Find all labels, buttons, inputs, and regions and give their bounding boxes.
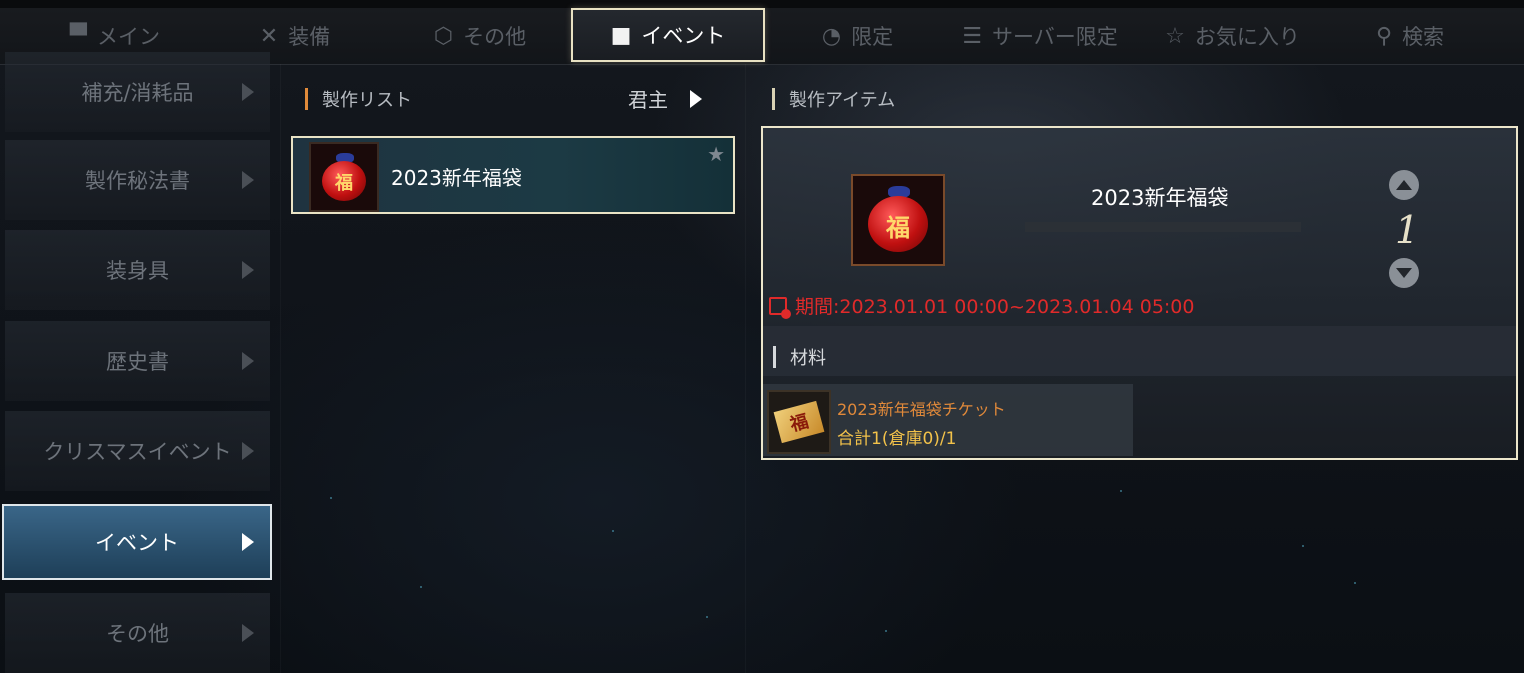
material-count: 合計1(倉庫0)/1	[837, 429, 957, 449]
sidebar-item-recipe-books[interactable]: 製作秘法書	[5, 140, 270, 220]
sidebar-item-other[interactable]: その他	[5, 593, 270, 673]
background-sparkle	[1354, 582, 1356, 584]
event-period: 期間:2023.01.01 00:00~2023.01.04 05:00	[769, 292, 1194, 319]
chevron-right-icon	[242, 261, 254, 279]
chevron-right-icon	[242, 83, 254, 101]
chevron-right-icon	[242, 352, 254, 370]
divider	[745, 64, 746, 673]
favorite-star-icon[interactable]: ★	[707, 142, 725, 166]
materials-band	[763, 326, 1516, 376]
sidebar-item-event[interactable]: イベント	[2, 504, 272, 580]
divider	[280, 64, 281, 673]
sidebar-item-supplies[interactable]: 補充/消耗品	[5, 52, 270, 132]
tab-other[interactable]: ⬡ その他	[405, 10, 555, 62]
accent-bar	[305, 88, 308, 110]
sidebar-item-accessories[interactable]: 装身具	[5, 230, 270, 310]
material-name: 2023新年福袋チケット	[837, 400, 1006, 419]
list-clock-icon: ☰	[962, 23, 982, 49]
quantity-increase-button[interactable]	[1389, 170, 1419, 200]
name-underline	[1025, 222, 1301, 232]
craft-item-name: 2023新年福袋	[1091, 186, 1229, 210]
chevron-right-icon	[242, 171, 254, 189]
sidebar-item-christmas-event[interactable]: クリスマスイベント	[5, 411, 270, 491]
star-outline-icon: ☆	[1165, 23, 1185, 49]
chevron-right-icon	[242, 442, 254, 460]
search-icon: ⚲	[1375, 23, 1393, 49]
box-icon: ⬡	[433, 23, 454, 49]
background-sparkle	[1120, 490, 1122, 492]
tab-event[interactable]: ■ イベント	[571, 8, 765, 62]
tab-limited[interactable]: ◔ 限定	[795, 10, 920, 62]
background-sparkle	[330, 497, 332, 499]
ticket-icon: 福	[767, 390, 831, 454]
tab-search[interactable]: ⚲ 検索	[1350, 10, 1470, 62]
materials-header: 材料	[773, 344, 826, 370]
quantity-value: 1	[1395, 208, 1420, 252]
gift-icon: ■	[610, 22, 632, 48]
craft-list-item[interactable]: 福 2023新年福袋 ★	[291, 136, 735, 214]
lucky-bag-icon: 福	[860, 182, 936, 258]
craft-item-header: 製作アイテム	[772, 86, 895, 112]
item-icon: 福	[309, 142, 379, 212]
background-sparkle	[706, 616, 708, 618]
accent-bar	[773, 346, 776, 368]
top-strip	[0, 0, 1524, 8]
stopwatch-icon: ◔	[821, 23, 842, 49]
background-sparkle	[885, 630, 887, 632]
craft-item-panel: 福 2023新年福袋 1 期間:2023.01.01 00:00~2023.01…	[761, 126, 1518, 460]
class-filter-button[interactable]: 君主	[628, 84, 702, 113]
crossed-swords-icon: ✕	[259, 23, 279, 49]
craft-list-item-name: 2023新年福袋	[391, 166, 522, 190]
chevron-right-icon	[690, 89, 702, 108]
quantity-decrease-button[interactable]	[1389, 258, 1419, 288]
background-sparkle	[1302, 545, 1304, 547]
craft-list-header: 製作リスト	[305, 86, 412, 112]
calendar-icon	[769, 296, 791, 319]
background-sparkle	[420, 586, 422, 588]
material-item[interactable]: 福 2023新年福袋チケット 合計1(倉庫0)/1	[763, 384, 1133, 456]
arrow-down-icon	[1396, 268, 1412, 278]
craft-item-icon: 福	[851, 174, 945, 266]
chevron-right-icon	[242, 533, 254, 551]
anvil-icon: ▀	[70, 23, 87, 49]
chevron-right-icon	[242, 624, 254, 642]
arrow-up-icon	[1396, 180, 1412, 190]
background-sparkle	[612, 530, 614, 532]
sidebar-item-history-books[interactable]: 歴史書	[5, 321, 270, 401]
lucky-bag-icon: 福	[316, 149, 372, 205]
accent-bar	[772, 88, 775, 110]
tab-server-limited[interactable]: ☰ サーバー限定	[940, 10, 1140, 62]
sidebar: 補充/消耗品 製作秘法書 装身具 歴史書 クリスマスイベント イベント その他	[0, 52, 272, 673]
tab-favorites[interactable]: ☆ お気に入り	[1150, 10, 1315, 62]
